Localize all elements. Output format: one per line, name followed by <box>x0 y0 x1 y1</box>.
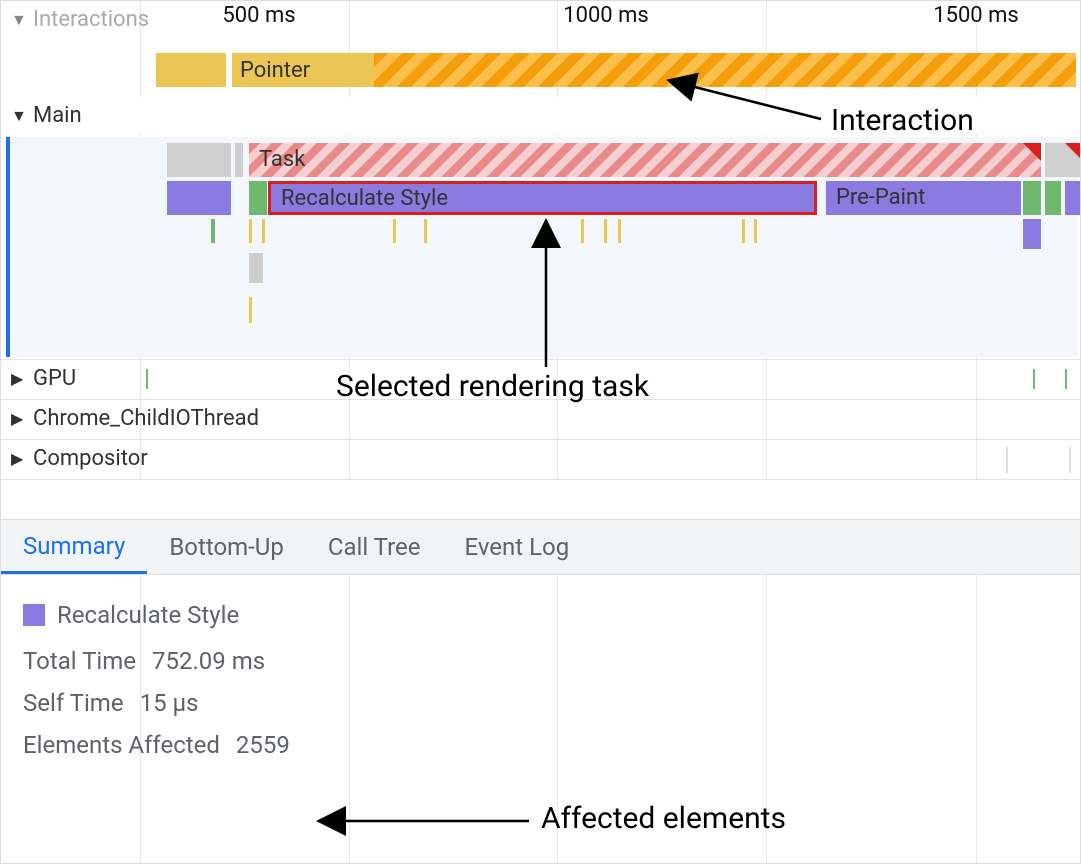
devtools-performance-panel: 500 ms 1000 ms 1500 ms ▼ Interactions Po… <box>0 0 1081 864</box>
annotation-affected-elements: Affected elements <box>541 801 786 836</box>
annotation-selected-task: Selected rendering task <box>336 369 649 404</box>
annotation-interaction: Interaction <box>831 103 974 138</box>
